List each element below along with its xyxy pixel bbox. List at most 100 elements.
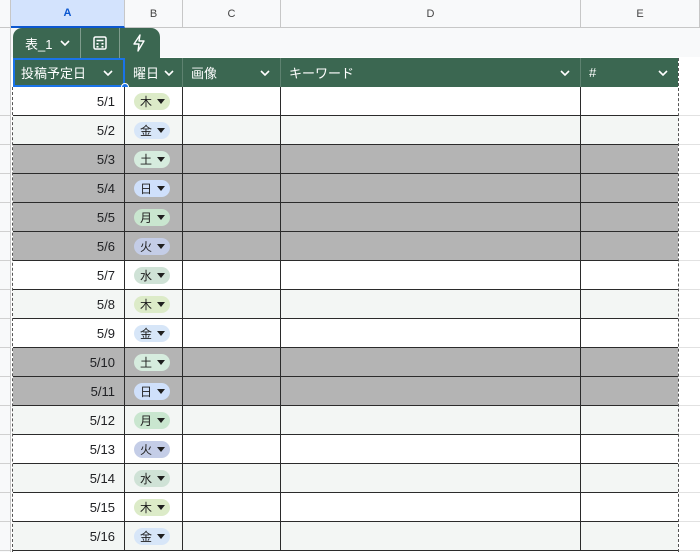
chevron-down-icon[interactable] (103, 69, 113, 76)
weekday-chip[interactable]: 金 (134, 527, 171, 545)
keyword-cell[interactable] (281, 464, 581, 492)
hashtag-cell[interactable] (581, 319, 678, 347)
keyword-cell[interactable] (281, 203, 581, 231)
keyword-cell[interactable] (281, 116, 581, 144)
image-cell[interactable] (183, 348, 281, 376)
image-cell[interactable] (183, 377, 281, 405)
image-cell[interactable] (183, 174, 281, 202)
weekday-chip[interactable]: 火 (134, 237, 171, 255)
image-cell[interactable] (183, 116, 281, 144)
date-cell[interactable]: 5/5 (13, 203, 125, 231)
image-cell[interactable] (183, 232, 281, 260)
column-header-b[interactable]: B (125, 0, 183, 28)
hashtag-cell[interactable] (581, 87, 678, 115)
hashtag-cell[interactable] (581, 464, 678, 492)
image-cell[interactable] (183, 522, 281, 550)
keyword-cell[interactable] (281, 174, 581, 202)
header-cell-hashtag[interactable]: # (581, 58, 678, 87)
chevron-down-icon[interactable] (560, 69, 570, 76)
keyword-cell[interactable] (281, 145, 581, 173)
keyword-cell[interactable] (281, 87, 581, 115)
column-header-c[interactable]: C (183, 0, 281, 28)
date-cell[interactable]: 5/6 (13, 232, 125, 260)
column-header-d[interactable]: D (281, 0, 581, 28)
date-cell[interactable]: 5/15 (13, 493, 125, 521)
weekday-cell[interactable]: 月 (125, 406, 183, 434)
hashtag-cell[interactable] (581, 522, 678, 550)
hashtag-cell[interactable] (581, 493, 678, 521)
keyword-cell[interactable] (281, 435, 581, 463)
keyword-cell[interactable] (281, 232, 581, 260)
hashtag-cell[interactable] (581, 435, 678, 463)
keyword-cell[interactable] (281, 406, 581, 434)
weekday-cell[interactable]: 水 (125, 464, 183, 492)
weekday-chip[interactable]: 金 (134, 324, 171, 342)
weekday-chip[interactable]: 水 (134, 266, 171, 284)
hashtag-cell[interactable] (581, 174, 678, 202)
keyword-cell[interactable] (281, 261, 581, 289)
weekday-chip[interactable]: 火 (134, 440, 171, 458)
weekday-cell[interactable]: 火 (125, 232, 183, 260)
image-cell[interactable] (183, 87, 281, 115)
hashtag-cell[interactable] (581, 406, 678, 434)
hashtag-cell[interactable] (581, 290, 678, 318)
header-cell-weekday[interactable]: 曜日 (125, 58, 183, 87)
date-cell[interactable]: 5/1 (13, 87, 125, 115)
weekday-chip[interactable]: 月 (134, 411, 171, 429)
date-cell[interactable]: 5/2 (13, 116, 125, 144)
table-name-dropdown[interactable]: 表_1 (13, 28, 80, 58)
image-cell[interactable] (183, 145, 281, 173)
chevron-down-icon[interactable] (658, 69, 668, 76)
weekday-cell[interactable]: 木 (125, 87, 183, 115)
date-cell[interactable]: 5/12 (13, 406, 125, 434)
image-cell[interactable] (183, 493, 281, 521)
weekday-chip[interactable]: 水 (134, 469, 171, 487)
keyword-cell[interactable] (281, 319, 581, 347)
weekday-cell[interactable]: 月 (125, 203, 183, 231)
automation-icon-button[interactable] (120, 28, 158, 58)
image-cell[interactable] (183, 406, 281, 434)
hashtag-cell[interactable] (581, 203, 678, 231)
chevron-down-icon[interactable] (164, 69, 174, 76)
date-cell[interactable]: 5/16 (13, 522, 125, 550)
hashtag-cell[interactable] (581, 116, 678, 144)
date-cell[interactable]: 5/13 (13, 435, 125, 463)
hashtag-cell[interactable] (581, 377, 678, 405)
weekday-cell[interactable]: 日 (125, 377, 183, 405)
image-cell[interactable] (183, 464, 281, 492)
image-cell[interactable] (183, 203, 281, 231)
image-cell[interactable] (183, 290, 281, 318)
keyword-cell[interactable] (281, 377, 581, 405)
weekday-chip[interactable]: 木 (134, 295, 171, 313)
weekday-cell[interactable]: 金 (125, 116, 183, 144)
weekday-chip[interactable]: 土 (134, 353, 171, 371)
chevron-down-icon[interactable] (260, 69, 270, 76)
weekday-chip[interactable]: 木 (134, 92, 171, 110)
weekday-cell[interactable]: 木 (125, 290, 183, 318)
keyword-cell[interactable] (281, 522, 581, 550)
calculator-icon-button[interactable] (81, 28, 119, 58)
date-cell[interactable]: 5/4 (13, 174, 125, 202)
hashtag-cell[interactable] (581, 145, 678, 173)
weekday-cell[interactable]: 金 (125, 319, 183, 347)
hashtag-cell[interactable] (581, 348, 678, 376)
weekday-cell[interactable]: 木 (125, 493, 183, 521)
weekday-cell[interactable]: 日 (125, 174, 183, 202)
date-cell[interactable]: 5/14 (13, 464, 125, 492)
keyword-cell[interactable] (281, 348, 581, 376)
keyword-cell[interactable] (281, 290, 581, 318)
header-cell-keyword[interactable]: キーワード (281, 58, 581, 87)
weekday-chip[interactable]: 土 (134, 150, 171, 168)
date-cell[interactable]: 5/10 (13, 348, 125, 376)
date-cell[interactable]: 5/7 (13, 261, 125, 289)
weekday-cell[interactable]: 金 (125, 522, 183, 550)
hashtag-cell[interactable] (581, 261, 678, 289)
weekday-chip[interactable]: 木 (134, 498, 171, 516)
weekday-chip[interactable]: 日 (134, 382, 171, 400)
weekday-cell[interactable]: 水 (125, 261, 183, 289)
hashtag-cell[interactable] (581, 232, 678, 260)
keyword-cell[interactable] (281, 493, 581, 521)
date-cell[interactable]: 5/9 (13, 319, 125, 347)
weekday-chip[interactable]: 金 (134, 121, 171, 139)
column-header-e[interactable]: E (581, 0, 700, 28)
